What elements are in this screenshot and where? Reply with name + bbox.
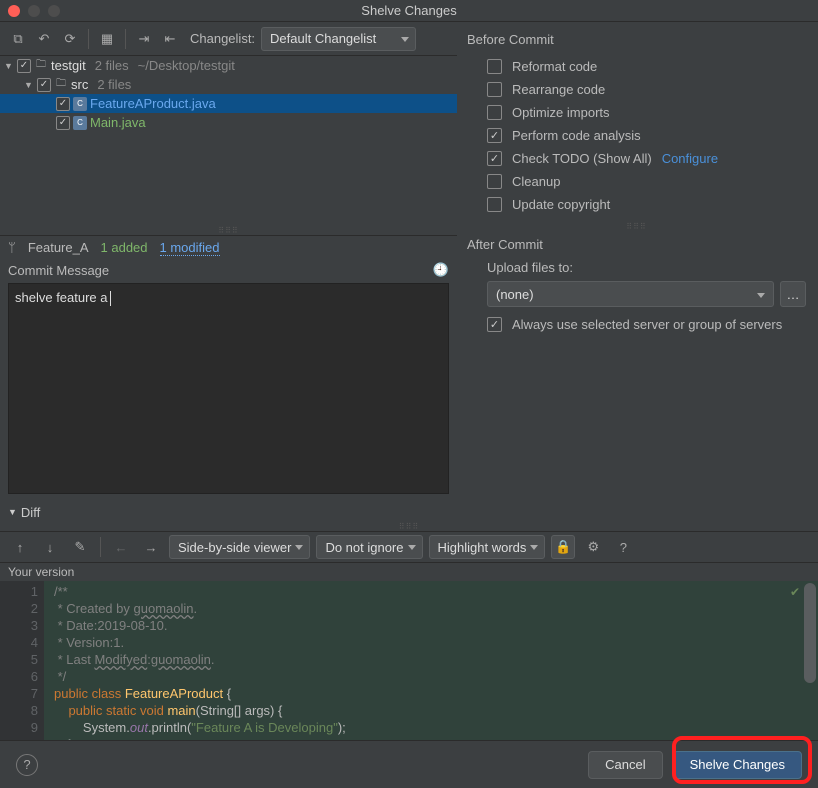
commit-message-label: Commit Message <box>8 263 109 278</box>
refresh-icon[interactable]: ⟳ <box>60 29 80 49</box>
before-commit-header: Before Commit <box>467 32 806 47</box>
forward-icon[interactable]: → <box>139 535 163 559</box>
folder-icon: 🗀 <box>54 78 68 92</box>
zoom-window-button <box>48 5 60 17</box>
history-icon[interactable]: 🕘 <box>433 262 449 278</box>
modified-count: 1 modified <box>160 240 220 256</box>
opt-update-copyright[interactable]: Update copyright <box>467 193 806 216</box>
folder-icon: 🗀 <box>34 59 48 73</box>
tree-file-main[interactable]: C Main.java <box>0 113 457 132</box>
upload-server-dropdown[interactable]: (none) <box>487 281 774 307</box>
tree-src[interactable]: ▼ 🗀 src 2 files <box>0 75 457 94</box>
diff-toolbar: ↑ ↓ ✎ ← → Side-by-side viewer Do not ign… <box>0 531 818 563</box>
resize-grip[interactable]: ⠿⠿⠿ <box>467 222 806 231</box>
status-line: ᛘ Feature_A 1 added 1 modified <box>0 235 457 259</box>
branch-icon: ᛘ <box>8 240 16 255</box>
checkbox[interactable] <box>17 59 31 73</box>
tree-file-featureaproduct[interactable]: C FeatureAProduct.java <box>0 94 457 113</box>
group-by-icon[interactable]: ▦ <box>97 29 117 49</box>
changelist-dropdown[interactable]: Default Changelist <box>261 27 416 51</box>
lock-icon[interactable]: 🔒 <box>551 535 575 559</box>
changes-toolbar: ⧉ ↶ ⟳ ▦ ⇥ ⇤ Changelist: Default Changeli… <box>0 22 457 56</box>
resize-grip[interactable]: ⠿⠿⠿ <box>0 226 457 235</box>
collapse-all-icon[interactable]: ⇤ <box>160 29 180 49</box>
opt-rearrange[interactable]: Rearrange code <box>467 78 806 101</box>
added-count: 1 added <box>101 240 148 255</box>
edit-icon[interactable]: ✎ <box>68 535 92 559</box>
opt-reformat[interactable]: Reformat code <box>467 55 806 78</box>
dialog-help-button[interactable]: ? <box>16 754 38 776</box>
your-version-label: Your version <box>0 563 818 581</box>
opt-always-use-server[interactable]: Always use selected server or group of s… <box>467 313 806 336</box>
commit-message-input[interactable]: shelve feature a <box>8 283 449 494</box>
settings-icon[interactable]: ⚙ <box>581 535 605 559</box>
prev-diff-icon[interactable]: ↑ <box>8 535 32 559</box>
upload-label: Upload files to: <box>467 260 806 275</box>
changelist-label: Changelist: <box>190 31 255 46</box>
window-title: Shelve Changes <box>0 3 818 18</box>
shelve-changes-button[interactable]: Shelve Changes <box>673 751 802 779</box>
cancel-button[interactable]: Cancel <box>588 751 662 779</box>
opt-optimize-imports[interactable]: Optimize imports <box>467 101 806 124</box>
opt-code-analysis[interactable]: Perform code analysis <box>467 124 806 147</box>
vertical-scrollbar[interactable] <box>804 583 816 733</box>
checkbox[interactable] <box>56 116 70 130</box>
code-content[interactable]: /** * Created by guomaolin. * Date:2019-… <box>44 581 818 741</box>
java-class-icon: C <box>73 116 87 130</box>
upload-config-button[interactable]: … <box>780 281 806 307</box>
changes-tree[interactable]: ▼ 🗀 testgit 2 files ~/Desktop/testgit ▼ … <box>0 56 457 226</box>
opt-check-todo[interactable]: Check TODO (Show All) Configure <box>467 147 806 170</box>
checkbox[interactable] <box>56 97 70 111</box>
expand-all-icon[interactable]: ⇥ <box>134 29 154 49</box>
line-gutter: 12345678910 <box>0 581 44 741</box>
branch-name: Feature_A <box>28 240 89 255</box>
ignore-whitespace-dropdown[interactable]: Do not ignore <box>316 535 422 559</box>
show-diff-icon[interactable]: ⧉ <box>8 29 28 49</box>
diff-header[interactable]: ▼Diff <box>0 502 818 522</box>
configure-todo-link[interactable]: Configure <box>662 151 718 166</box>
title-bar: Shelve Changes <box>0 0 818 22</box>
revert-icon[interactable]: ↶ <box>34 29 54 49</box>
next-diff-icon[interactable]: ↓ <box>38 535 62 559</box>
minimize-window-button <box>28 5 40 17</box>
after-commit-header: After Commit <box>467 237 806 252</box>
opt-cleanup[interactable]: Cleanup <box>467 170 806 193</box>
resize-grip[interactable]: ⠿⠿⠿ <box>0 522 818 531</box>
dialog-footer: ? Cancel Shelve Changes <box>0 740 818 788</box>
checkbox[interactable] <box>37 78 51 92</box>
tree-root[interactable]: ▼ 🗀 testgit 2 files ~/Desktop/testgit <box>0 56 457 75</box>
close-window-button[interactable] <box>8 5 20 17</box>
help-icon[interactable]: ? <box>611 535 635 559</box>
java-class-icon: C <box>73 97 87 111</box>
inspection-ok-icon: ✔ <box>790 585 800 599</box>
diff-editor[interactable]: 12345678910 /** * Created by guomaolin. … <box>0 581 818 741</box>
viewer-mode-dropdown[interactable]: Side-by-side viewer <box>169 535 310 559</box>
back-icon: ← <box>109 535 133 559</box>
highlight-mode-dropdown[interactable]: Highlight words <box>429 535 546 559</box>
